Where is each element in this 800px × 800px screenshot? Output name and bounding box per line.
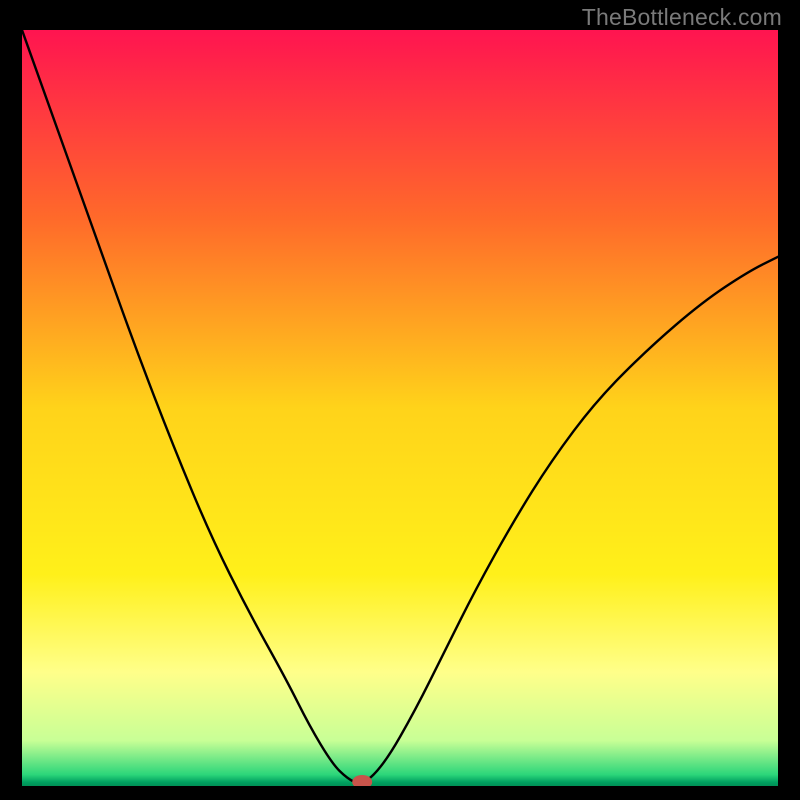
bottleneck-chart bbox=[22, 30, 778, 786]
chart-frame: TheBottleneck.com bbox=[0, 0, 800, 800]
watermark-text: TheBottleneck.com bbox=[582, 4, 782, 31]
plot-background bbox=[22, 30, 778, 786]
